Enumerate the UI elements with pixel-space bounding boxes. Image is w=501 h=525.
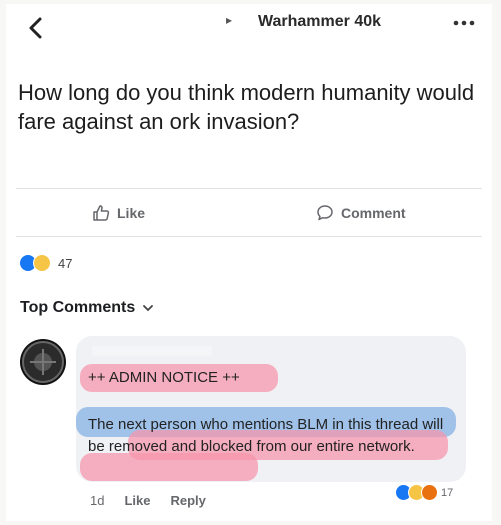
divider xyxy=(16,236,482,237)
group-name[interactable]: Warhammer 40k xyxy=(258,13,381,31)
comment-reaction-count: 17 xyxy=(441,486,454,499)
comment-label: Comment xyxy=(341,205,406,221)
breadcrumb-arrow-icon: ▸ xyxy=(226,13,233,27)
avatar[interactable] xyxy=(20,339,66,385)
more-icon[interactable] xyxy=(453,20,475,26)
comment-meta: 1d Like Reply xyxy=(90,493,206,508)
comment-bubble: ++ ADMIN NOTICE ++ The next person who m… xyxy=(76,336,466,482)
like-button[interactable]: Like xyxy=(92,204,145,222)
top-comments-sort[interactable]: Top Comments xyxy=(20,299,154,317)
post-screen: ▸ Warhammer 40k How long do you think mo… xyxy=(6,4,492,521)
comment-time: 1d xyxy=(90,493,105,508)
comment-body: The next person who mentions BLM in this… xyxy=(88,416,444,455)
comment-title: ++ ADMIN NOTICE ++ xyxy=(88,369,240,386)
like-label: Like xyxy=(117,205,146,221)
comment-button[interactable]: Comment xyxy=(316,204,406,222)
angry-reaction-icon xyxy=(421,484,438,501)
haha-reaction-icon xyxy=(33,254,51,272)
comment-reply-button[interactable]: Reply xyxy=(170,493,205,508)
comment-icon xyxy=(317,205,333,221)
back-icon[interactable] xyxy=(26,16,46,40)
divider xyxy=(16,188,482,189)
chevron-down-icon xyxy=(143,304,154,311)
comment-like-button[interactable]: Like xyxy=(124,493,150,508)
reaction-count: 47 xyxy=(58,255,73,271)
post-text: How long do you think modern humanity wo… xyxy=(18,80,475,134)
top-comments-label: Top Comments xyxy=(20,299,136,316)
like-icon xyxy=(93,205,110,221)
redacted-name xyxy=(92,346,212,356)
post-reactions[interactable]: 47 xyxy=(20,254,72,272)
comment-reactions[interactable]: 17 xyxy=(391,482,458,503)
top-bar: ▸ Warhammer 40k xyxy=(6,4,492,54)
avatar-emblem-icon xyxy=(22,341,64,383)
